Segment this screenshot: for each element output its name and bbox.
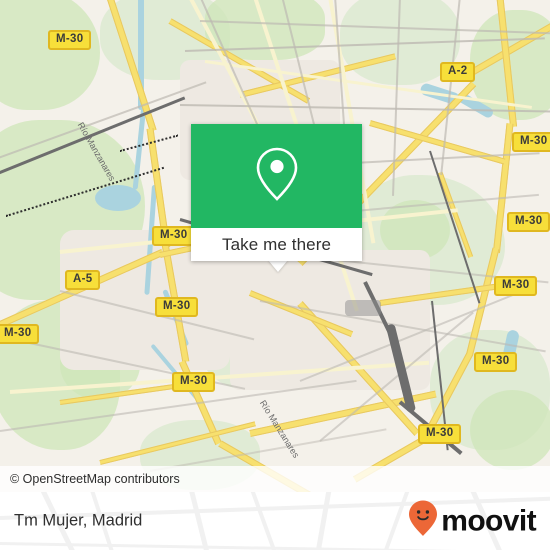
- footer-bar: Tm Mujer, Madrid moovit: [0, 492, 550, 550]
- location-popup-card[interactable]: Take me there: [191, 124, 362, 261]
- map-railway-platform: [345, 300, 381, 316]
- road-shield[interactable]: A-5: [65, 270, 101, 290]
- card-pointer-tail: [268, 260, 288, 272]
- road-shield[interactable]: M-30: [418, 424, 462, 444]
- footer-watermark-line: [370, 492, 412, 550]
- moovit-wordmark: moovit: [441, 504, 536, 537]
- footer-watermark-line: [308, 492, 333, 550]
- road-shield[interactable]: M-30: [152, 226, 196, 246]
- footer-watermark-line: [248, 492, 287, 550]
- moovit-brand[interactable]: moovit: [408, 500, 537, 543]
- road-shield[interactable]: M-30: [172, 372, 216, 392]
- place-title: Tm Mujer, Madrid: [14, 511, 143, 530]
- attribution-text[interactable]: © OpenStreetMap contributors: [0, 472, 180, 486]
- take-me-there-button[interactable]: Take me there: [191, 228, 362, 261]
- road-shield[interactable]: M-30: [474, 352, 518, 372]
- map-green-area: [0, 0, 100, 110]
- road-shield[interactable]: M-30: [48, 30, 92, 50]
- moovit-smiley-pin-icon: [408, 500, 438, 543]
- footer-watermark-line: [187, 492, 217, 550]
- road-shield[interactable]: M-30: [0, 324, 40, 344]
- footer-watermark-line: [0, 542, 550, 550]
- road-shield[interactable]: M-30: [494, 276, 538, 296]
- map-pin-icon: [254, 145, 300, 208]
- road-shield[interactable]: M-30: [512, 132, 550, 152]
- map-lake: [95, 185, 141, 211]
- map-attribution-bar: © OpenStreetMap contributors: [0, 466, 550, 492]
- take-me-there-label: Take me there: [221, 234, 332, 254]
- road-shield[interactable]: M-30: [507, 212, 550, 232]
- map-green-area: [470, 390, 550, 470]
- road-shield[interactable]: M-30: [155, 297, 199, 317]
- road-shield[interactable]: A-2: [440, 62, 476, 82]
- card-icon-panel: [191, 124, 362, 228]
- screen: Río Manzanares Río Manzanares M-30 A-2 M…: [0, 0, 550, 550]
